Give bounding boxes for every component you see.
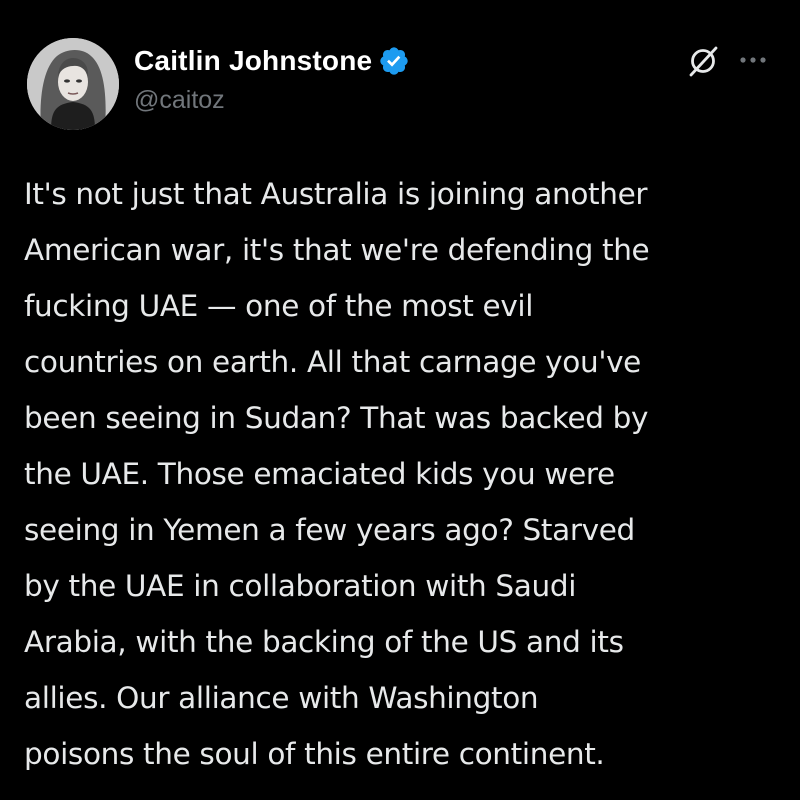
more-options-icon[interactable] bbox=[738, 55, 768, 65]
verified-badge-icon[interactable] bbox=[378, 45, 410, 77]
author-avatar[interactable] bbox=[27, 38, 119, 130]
tweet-text-line: countries on earth. All that carnage you… bbox=[24, 345, 641, 379]
tweet-text-line: poisons the soul of this entire continen… bbox=[24, 737, 605, 771]
tweet-text-line: by the UAE in collaboration with Saudi bbox=[24, 569, 577, 603]
tweet-body: It's not just that Australia is joining … bbox=[24, 166, 784, 782]
tweet-text-line: the UAE. Those emaciated kids you were bbox=[24, 457, 615, 491]
tweet-text-line: seeing in Yemen a few years ago? Starved bbox=[24, 513, 635, 547]
tweet-text-line: been seeing in Sudan? That was backed by bbox=[24, 401, 649, 435]
author-display-name[interactable]: Caitlin Johnstone bbox=[134, 45, 372, 77]
author-handle[interactable]: @caitoz bbox=[134, 86, 225, 115]
tweet-text-line: fucking UAE — one of the most evil bbox=[24, 289, 534, 323]
tweet-text-line: It's not just that Australia is joining … bbox=[24, 177, 648, 211]
tweet-card: Caitlin Johnstone @caitoz It's not just … bbox=[0, 0, 800, 800]
tweet-text-line: American war, it's that we're defending … bbox=[24, 233, 650, 267]
avatar-photo-icon bbox=[27, 38, 119, 130]
tweet-text-line: allies. Our alliance with Washington bbox=[24, 681, 539, 715]
tweet-text-line: Arabia, with the backing of the US and i… bbox=[24, 625, 624, 659]
grok-icon[interactable] bbox=[686, 44, 720, 78]
author-name-row: Caitlin Johnstone bbox=[134, 44, 410, 78]
